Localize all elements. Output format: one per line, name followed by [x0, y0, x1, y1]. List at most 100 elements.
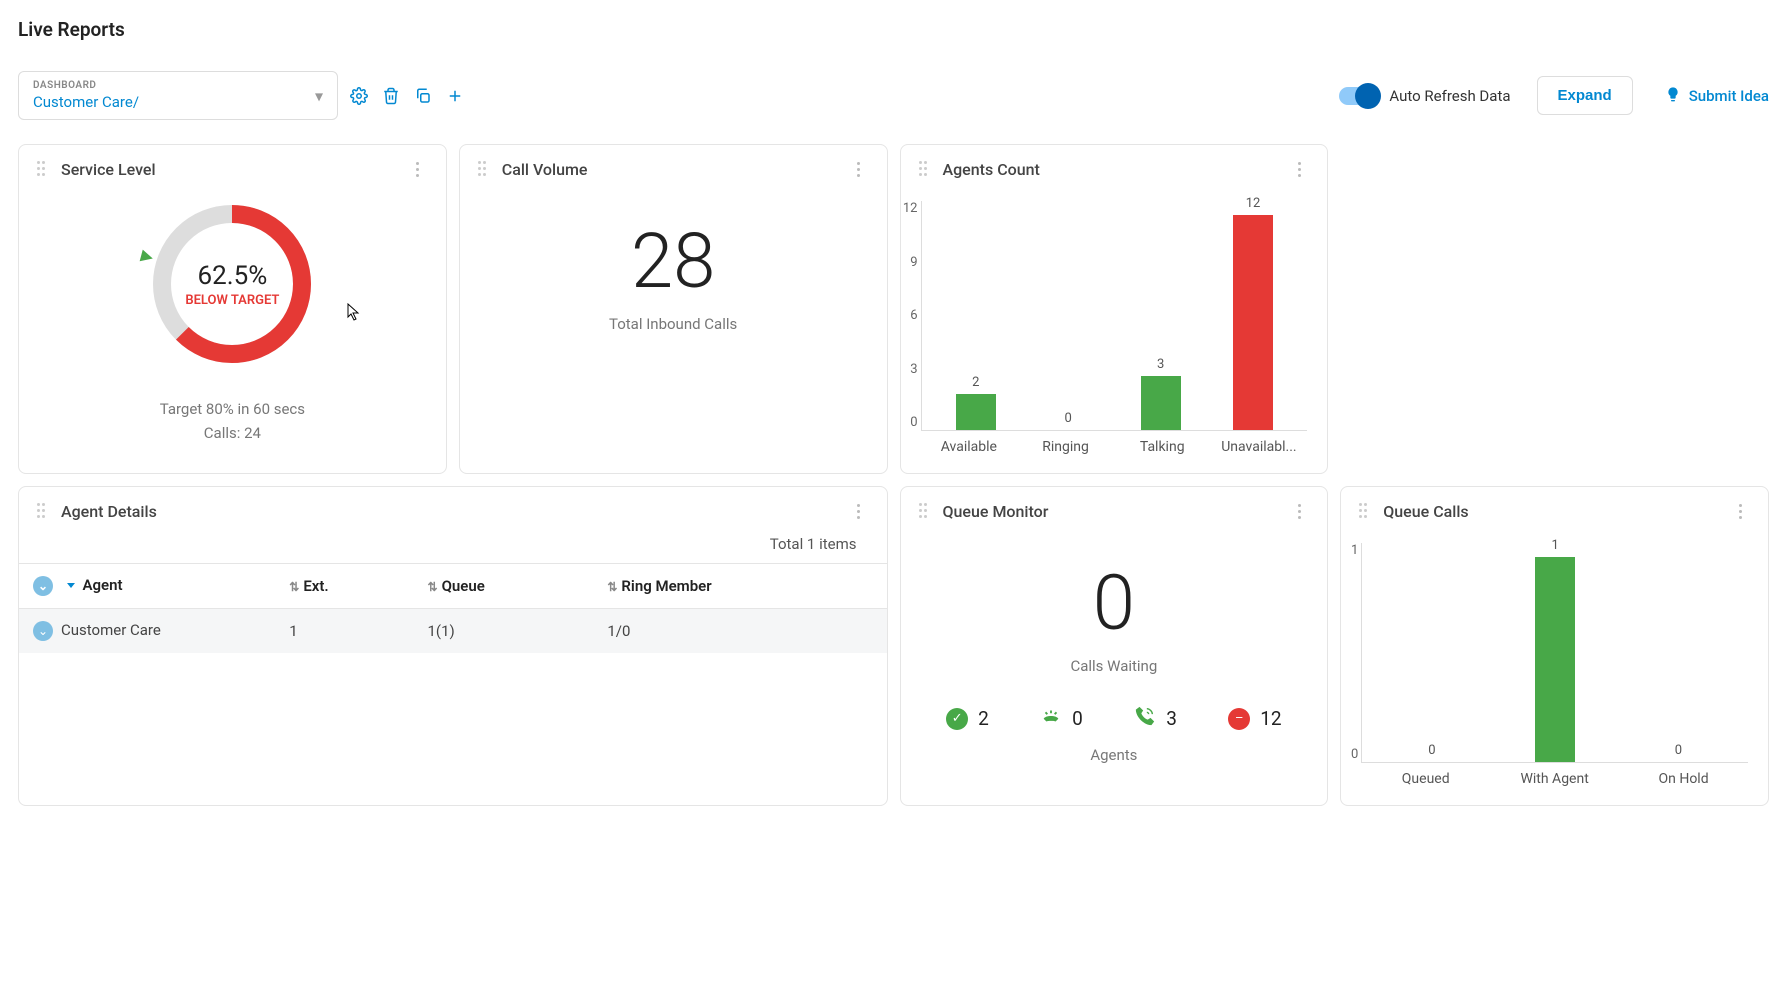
y-axis-tick: 6: [900, 308, 918, 323]
x-axis-label: Available: [921, 439, 1018, 455]
card-menu-icon[interactable]: [849, 159, 869, 179]
sort-icon: ⇅: [289, 580, 299, 594]
queue-monitor-value: 0: [921, 565, 1308, 641]
y-axis-tick: 12: [900, 201, 918, 216]
agent-details-table: ⌄ Agent ⇅Ext. ⇅Queue ⇅Ring Member ⌄ Custo…: [19, 563, 887, 653]
agent-name: Customer Care: [61, 621, 161, 639]
sort-icon: ⇅: [607, 580, 617, 594]
column-header-ext[interactable]: ⇅Ext.: [279, 564, 417, 609]
drag-handle-icon[interactable]: [37, 503, 47, 519]
sort-desc-icon: [67, 583, 75, 588]
minus-circle-icon: –: [1228, 708, 1250, 730]
card-menu-icon[interactable]: [408, 159, 428, 179]
service-level-donut: 62.5% BELOW TARGET: [147, 199, 317, 369]
call-volume-label: Total Inbound Calls: [480, 315, 867, 333]
bar-value-label: 1: [1551, 538, 1558, 553]
y-axis-tick: 0: [900, 415, 918, 430]
service-level-card: Service Level 62.5% BELOW TARGET Target …: [18, 144, 447, 474]
queue-monitor-card: Queue Monitor 0 Calls Waiting ✓ 2 0: [900, 486, 1329, 806]
cell-ext: 1: [279, 609, 417, 654]
drag-handle-icon[interactable]: [37, 161, 47, 177]
column-header-ring-member[interactable]: ⇅Ring Member: [597, 564, 886, 609]
agents-count-chart: 12 9 6 3 0 2 0 3 12 AvailableRingingTalkingUnav…: [901, 193, 1328, 473]
card-title: Service Level: [61, 160, 156, 179]
bar-value-label: 2: [972, 375, 979, 390]
y-axis-tick: 3: [900, 362, 918, 377]
x-axis-label: With Agent: [1490, 771, 1619, 787]
page-title: Live Reports: [18, 18, 1769, 41]
gear-icon[interactable]: [348, 85, 370, 107]
bar-col: 1: [1494, 538, 1617, 762]
drag-handle-icon[interactable]: [478, 161, 488, 177]
queue-calls-card: Queue Calls 1 0 0 1 0 QueuedWith AgentOn Ho…: [1340, 486, 1769, 806]
bar: [956, 394, 996, 430]
available-stat: ✓ 2: [946, 705, 989, 732]
agent-details-total: Total 1 items: [19, 535, 887, 563]
bar-value-label: 0: [1065, 411, 1072, 426]
bar-value-label: 3: [1157, 357, 1164, 372]
bar-col: 12: [1207, 196, 1299, 430]
service-level-calls-text: Calls: 24: [160, 421, 305, 445]
x-axis-label: Unavailabl...: [1211, 439, 1308, 455]
expand-button[interactable]: Expand: [1537, 76, 1633, 115]
auto-refresh-toggle[interactable]: [1339, 87, 1379, 105]
check-circle-icon: ✓: [946, 708, 968, 730]
auto-refresh-toggle-wrap: Auto Refresh Data: [1339, 87, 1510, 105]
bar-value-label: 0: [1428, 743, 1435, 758]
plus-icon[interactable]: [444, 85, 466, 107]
submit-idea-link[interactable]: Submit Idea: [1665, 86, 1769, 106]
x-axis-label: On Hold: [1619, 771, 1748, 787]
x-axis-label: Queued: [1361, 771, 1490, 787]
cell-queue: 1(1): [418, 609, 598, 654]
sort-icon: ⇅: [428, 580, 438, 594]
x-axis-label: Ringing: [1017, 439, 1114, 455]
call-volume-card: Call Volume 28 Total Inbound Calls: [459, 144, 888, 474]
card-menu-icon[interactable]: [849, 501, 869, 521]
queue-monitor-agents-label: Agents: [901, 740, 1328, 782]
column-header-agent[interactable]: ⌄ Agent: [19, 564, 279, 609]
card-title: Call Volume: [502, 160, 588, 179]
card-title: Agent Details: [61, 502, 157, 521]
bar: [1233, 215, 1273, 430]
ringing-icon: [1040, 705, 1062, 732]
queue-calls-chart: 1 0 0 1 0 QueuedWith AgentOn Hold: [1341, 535, 1768, 805]
queue-monitor-stats: ✓ 2 0 3 – 12: [901, 687, 1328, 740]
bar: [1141, 376, 1181, 430]
lightbulb-icon: [1665, 86, 1681, 106]
call-volume-value: 28: [480, 223, 867, 299]
bar-col: 3: [1114, 357, 1206, 430]
chevron-down-icon: ▾: [315, 86, 323, 105]
expand-all-icon[interactable]: ⌄: [33, 576, 53, 596]
card-menu-icon[interactable]: [1289, 159, 1309, 179]
service-level-target-text: Target 80% in 60 secs: [160, 397, 305, 421]
card-title: Agents Count: [943, 160, 1040, 179]
expand-row-icon[interactable]: ⌄: [33, 621, 53, 641]
bar-value-label: 0: [1675, 743, 1682, 758]
card-menu-icon[interactable]: [1730, 501, 1750, 521]
drag-handle-icon[interactable]: [919, 503, 929, 519]
drag-handle-icon[interactable]: [1359, 503, 1369, 519]
service-level-percent: 62.5%: [198, 261, 268, 291]
dashboard-select[interactable]: DASHBOARD Customer Care/ ▾: [18, 71, 338, 120]
cell-ring-member: 1/0: [597, 609, 886, 654]
card-title: Queue Calls: [1383, 502, 1468, 521]
trash-icon[interactable]: [380, 85, 402, 107]
card-menu-icon[interactable]: [1289, 501, 1309, 521]
table-row[interactable]: ⌄ Customer Care 11(1)1/0: [19, 609, 887, 654]
dashboard-select-value: Customer Care/: [33, 93, 297, 111]
agent-details-card: Agent Details Total 1 items ⌄ Agent ⇅Ext…: [18, 486, 888, 806]
y-axis-tick: 1: [1340, 543, 1358, 558]
y-axis-tick: 9: [900, 255, 918, 270]
column-header-queue[interactable]: ⇅Queue: [418, 564, 598, 609]
x-axis-label: Talking: [1114, 439, 1211, 455]
card-title: Queue Monitor: [943, 502, 1049, 521]
bar-col: 0: [1022, 411, 1114, 430]
queue-monitor-label: Calls Waiting: [921, 657, 1308, 675]
unavailable-stat: – 12: [1228, 705, 1281, 732]
y-axis-tick: 0: [1340, 747, 1358, 762]
drag-handle-icon[interactable]: [919, 161, 929, 177]
toolbar: DASHBOARD Customer Care/ ▾ Auto Refresh …: [18, 71, 1769, 120]
copy-icon[interactable]: [412, 85, 434, 107]
auto-refresh-label: Auto Refresh Data: [1389, 87, 1510, 105]
agents-count-card: Agents Count 12 9 6 3 0 2 0 3 12 AvailableRingi…: [900, 144, 1329, 474]
